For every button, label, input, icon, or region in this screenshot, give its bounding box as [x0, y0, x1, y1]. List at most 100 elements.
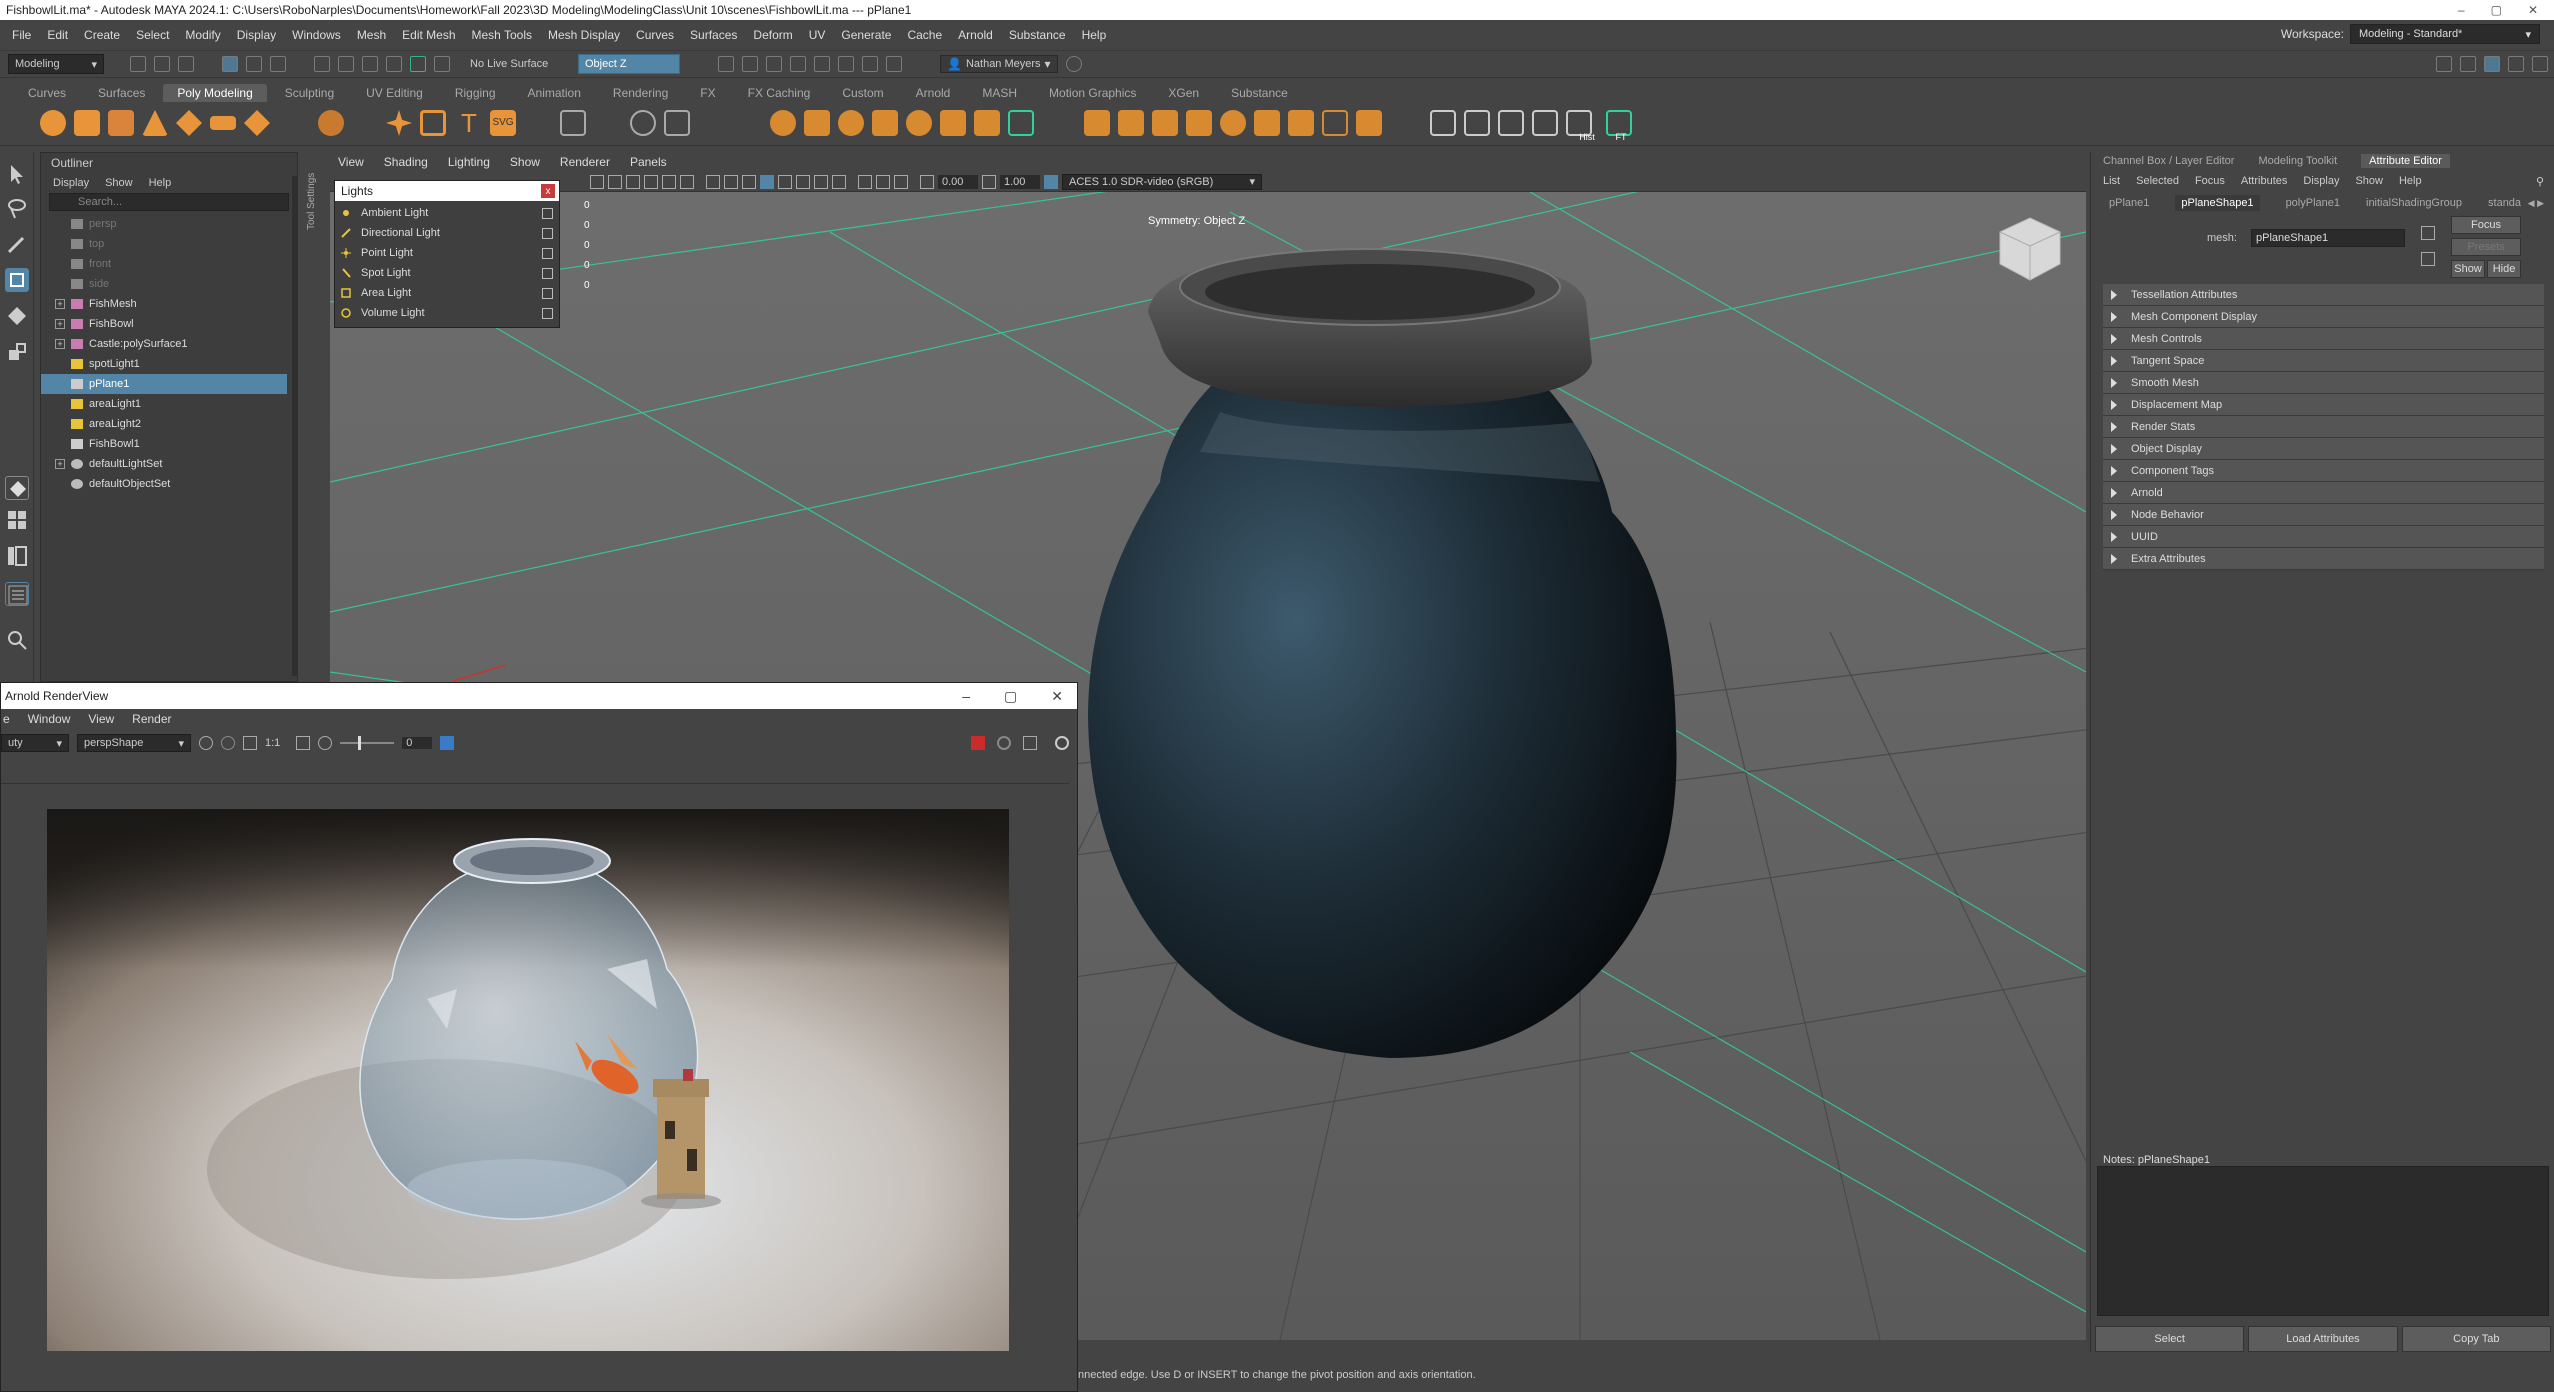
shelf-tab-motion-graphics[interactable]: Motion Graphics — [1035, 84, 1150, 102]
frame-region-icon[interactable] — [296, 736, 311, 750]
slide-edge-icon[interactable] — [1254, 110, 1280, 136]
construction-history-icon[interactable] — [742, 56, 758, 72]
poly-cylinder-icon[interactable] — [108, 110, 134, 136]
tool-settings-side-label[interactable]: Tool Settings — [306, 160, 324, 230]
insert-edge-loop-icon[interactable] — [1186, 110, 1212, 136]
gamma-field[interactable]: 1.00 — [1000, 174, 1040, 189]
bevel-icon[interactable] — [770, 110, 796, 136]
platonic-solid-icon[interactable] — [318, 110, 344, 136]
exposure-value[interactable]: 0 — [402, 737, 433, 749]
film-gate-icon[interactable] — [778, 174, 792, 189]
ae-menu-display[interactable]: Display — [2303, 175, 2339, 187]
close-icon[interactable]: ✕ — [1051, 688, 1063, 705]
snap-curve-icon[interactable] — [338, 56, 354, 72]
exposure-icon[interactable] — [920, 174, 934, 189]
isolate-select-icon[interactable] — [858, 174, 872, 189]
outliner-item[interactable]: FishBowl1 — [41, 434, 287, 454]
snap-grid-icon[interactable] — [314, 56, 330, 72]
node-tab-standard[interactable]: standa — [2488, 197, 2521, 209]
camera-dropdown[interactable]: perspShape ▾ — [77, 734, 191, 752]
ipr-icon[interactable] — [1023, 736, 1037, 750]
multi-cut-icon[interactable] — [1084, 110, 1110, 136]
toggle-channel-box-icon[interactable] — [2484, 56, 2500, 72]
menu-file[interactable]: File — [4, 28, 39, 42]
attribute-section-header[interactable]: Node Behavior — [2103, 504, 2544, 526]
user-account[interactable]: 👤 Nathan Meyers ▾ — [940, 55, 1058, 73]
color-space-icon[interactable] — [440, 736, 455, 750]
scale-tool-icon[interactable] — [5, 340, 29, 364]
viewport-menu-renderer[interactable]: Renderer — [560, 155, 610, 169]
light-item-point[interactable]: Point Light — [335, 243, 559, 263]
renderview-menu-render[interactable]: Render — [132, 712, 171, 726]
viewport-menu-panels[interactable]: Panels — [630, 155, 667, 169]
save-scene-icon[interactable] — [178, 56, 194, 72]
outliner-layout-icon[interactable] — [5, 582, 29, 606]
light-item-spot[interactable]: Spot Light — [335, 263, 559, 283]
outliner-menu-help[interactable]: Help — [149, 177, 172, 189]
lattice-icon[interactable] — [1498, 110, 1524, 136]
attribute-section-header[interactable]: Extra Attributes — [2103, 548, 2544, 570]
node-name-field[interactable]: pPlaneShape1 — [2251, 229, 2405, 247]
maximize-icon[interactable]: ▢ — [1004, 688, 1017, 705]
ae-menu-list[interactable]: List — [2103, 175, 2120, 187]
light-item-area[interactable]: Area Light — [335, 283, 559, 303]
colorspace-dropdown[interactable]: ACES 1.0 SDR-video (sRGB) ▾ — [1062, 173, 1262, 190]
menu-mesh[interactable]: Mesh — [349, 28, 394, 42]
tab-channel-box[interactable]: Channel Box / Layer Editor — [2103, 155, 2234, 167]
shelf-tab-sculpting[interactable]: Sculpting — [271, 84, 348, 102]
snap-live-icon[interactable] — [410, 56, 426, 72]
expand-icon[interactable]: + — [55, 459, 65, 469]
select-tool-icon[interactable] — [5, 162, 29, 186]
mirror-icon[interactable] — [630, 110, 656, 136]
renderview-menu-file[interactable]: e — [3, 712, 10, 726]
wireframe-icon[interactable] — [590, 174, 604, 189]
persp-outliner-icon[interactable] — [5, 544, 29, 568]
poly-torus-icon[interactable] — [176, 110, 202, 136]
settings-gear-icon[interactable] — [1055, 736, 1069, 750]
freeze-transforms-icon[interactable] — [1356, 110, 1382, 136]
render-current-icon[interactable] — [766, 56, 782, 72]
resolution-gate-icon[interactable] — [796, 174, 810, 189]
pause-icon[interactable] — [886, 56, 902, 72]
ae-menu-help[interactable]: Help — [2399, 175, 2422, 187]
menu-display[interactable]: Display — [229, 28, 284, 42]
light-item-ambient[interactable]: Ambient Light — [335, 203, 559, 223]
four-view-icon[interactable] — [5, 508, 29, 532]
shelf-tab-poly-modeling[interactable]: Poly Modeling — [163, 84, 267, 102]
hypershade-icon[interactable] — [838, 56, 854, 72]
menu-mesh-tools[interactable]: Mesh Tools — [464, 28, 540, 42]
snap-edge-icon[interactable] — [434, 56, 450, 72]
xray-icon[interactable] — [876, 174, 890, 189]
new-scene-icon[interactable] — [130, 56, 146, 72]
menu-set-dropdown[interactable]: Modeling ▾ — [8, 54, 104, 74]
outliner-scrollbar[interactable] — [292, 176, 298, 676]
menu-modify[interactable]: Modify — [177, 28, 228, 42]
channel-rgb-icon[interactable] — [199, 736, 213, 750]
outliner-search-input[interactable]: Search... — [49, 193, 289, 211]
light-checkbox[interactable] — [542, 247, 553, 259]
menu-substance[interactable]: Substance — [1001, 28, 1074, 42]
notes-textarea[interactable] — [2097, 1166, 2549, 1316]
attribute-section-header[interactable]: Displacement Map — [2103, 394, 2544, 416]
outliner-menu-display[interactable]: Display — [53, 177, 89, 189]
attribute-section-header[interactable]: Mesh Component Display — [2103, 306, 2544, 328]
shelf-tab-rendering[interactable]: Rendering — [599, 84, 682, 102]
select-by-object-icon[interactable] — [246, 56, 262, 72]
close-icon[interactable]: ✕ — [2528, 3, 2538, 17]
target-weld-icon[interactable] — [1118, 110, 1144, 136]
offset-edge-loop-icon[interactable] — [1220, 110, 1246, 136]
camera-attributes-icon[interactable] — [706, 174, 720, 189]
shelf-tab-xgen[interactable]: XGen — [1154, 84, 1213, 102]
show-button[interactable]: Show — [2451, 260, 2485, 278]
node-tab-polyplane1[interactable]: polyPlane1 — [2286, 197, 2340, 209]
light-item-directional[interactable]: Directional Light — [335, 223, 559, 243]
super-shape-icon[interactable] — [386, 110, 412, 136]
renderview-menu-window[interactable]: Window — [28, 712, 71, 726]
sweep-mesh-icon[interactable] — [420, 110, 446, 136]
delete-history-icon[interactable] — [1430, 110, 1456, 136]
snap-point-icon[interactable] — [362, 56, 378, 72]
default-material-icon[interactable] — [626, 174, 640, 189]
uv-editor-icon[interactable] — [1464, 110, 1490, 136]
render-image[interactable] — [47, 809, 1009, 1351]
stop-render-icon[interactable] — [971, 736, 985, 750]
